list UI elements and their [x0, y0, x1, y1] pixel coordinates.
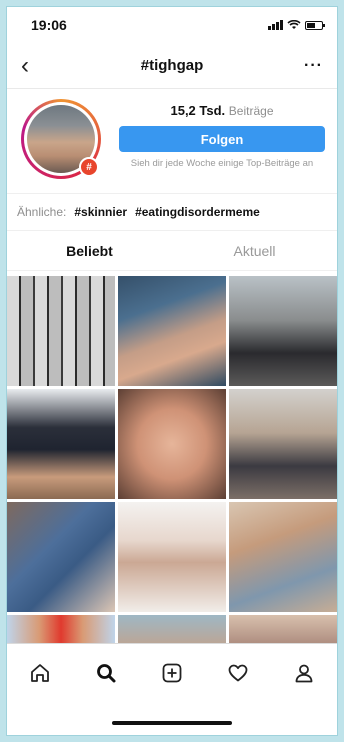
- related-tag-eatingdisordermeme[interactable]: #eatingdisordermeme: [135, 205, 260, 219]
- related-tag-skinnier[interactable]: #skinnier: [74, 205, 127, 219]
- top-nav-bar: ‹ #tighgap ···: [7, 43, 337, 89]
- post-count-row: 15,2 Tsd. Beiträge: [119, 103, 325, 118]
- profile-icon[interactable]: [290, 659, 318, 687]
- related-label: Ähnliche:: [17, 205, 67, 219]
- back-icon[interactable]: ‹: [21, 53, 45, 78]
- home-indicator: [112, 721, 232, 725]
- add-post-icon[interactable]: [158, 659, 186, 687]
- status-bar: 19:06: [7, 7, 337, 43]
- post-thumbnail[interactable]: [118, 276, 226, 386]
- signal-icon: [268, 20, 283, 30]
- post-thumbnail[interactable]: [229, 502, 337, 612]
- page-title: #tighgap: [140, 57, 204, 74]
- tab-popular[interactable]: Beliebt: [7, 231, 172, 270]
- related-hashtags: Ähnliche: #skinnier #eatingdisordermeme: [7, 193, 337, 231]
- follow-hint: Sieh dir jede Woche einige Top-Beiträge …: [130, 158, 314, 169]
- hashtag-info: 15,2 Tsd. Beiträge Folgen Sieh dir jede …: [101, 99, 325, 193]
- post-thumbnail[interactable]: [7, 502, 115, 612]
- tab-recent[interactable]: Aktuell: [172, 231, 337, 270]
- post-thumbnail[interactable]: [7, 276, 115, 386]
- post-count-label: Beiträge: [228, 104, 274, 118]
- status-icons: [268, 20, 325, 30]
- activity-heart-icon[interactable]: [224, 659, 252, 687]
- post-thumbnail[interactable]: [118, 502, 226, 612]
- hashtag-badge-icon: #: [79, 157, 99, 177]
- wifi-icon: [287, 20, 301, 29]
- post-grid: [7, 271, 337, 669]
- battery-icon: [305, 20, 325, 30]
- status-time: 19:06: [31, 17, 67, 33]
- post-thumbnail[interactable]: [229, 276, 337, 386]
- post-count: 15,2 Tsd.: [170, 103, 226, 118]
- search-icon[interactable]: [92, 659, 120, 687]
- post-thumbnail[interactable]: [7, 389, 115, 499]
- hashtag-avatar[interactable]: #: [21, 99, 101, 179]
- post-thumbnail[interactable]: [118, 389, 226, 499]
- home-icon[interactable]: [26, 659, 54, 687]
- phone-screen: 19:06 ‹ #tighgap ··· # 15,2 Tsd. Beiträg…: [6, 6, 338, 736]
- post-thumbnail[interactable]: [229, 389, 337, 499]
- feed-tabs: Beliebt Aktuell: [7, 231, 337, 271]
- more-options-icon[interactable]: ···: [299, 57, 323, 75]
- follow-button[interactable]: Folgen: [119, 126, 325, 152]
- bottom-tab-bar: [7, 643, 337, 735]
- hashtag-header: # 15,2 Tsd. Beiträge Folgen Sieh dir jed…: [7, 89, 337, 193]
